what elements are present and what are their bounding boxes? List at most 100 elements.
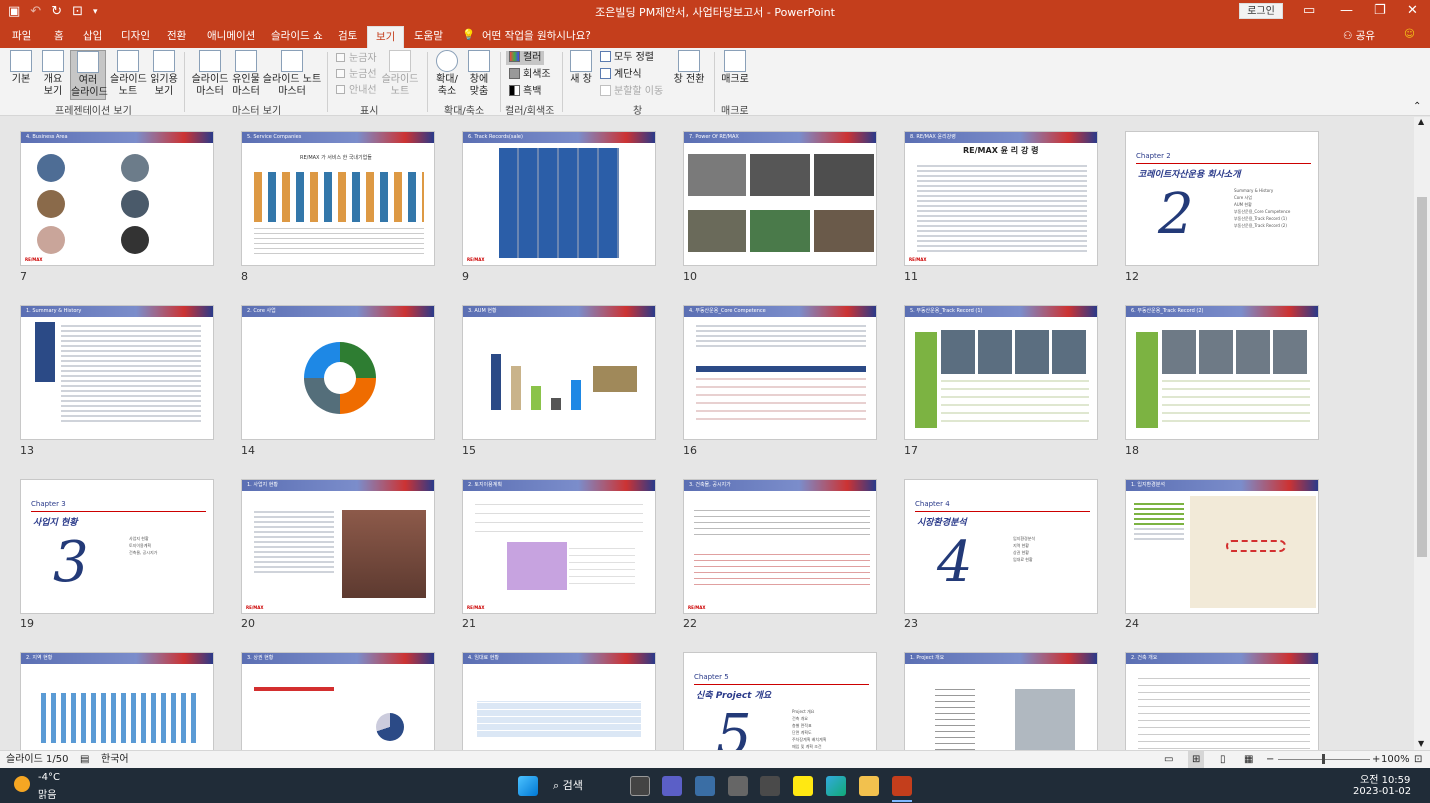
slide-thumbnail[interactable]: 3. 건축물, 공시지가 RE/MAX (683, 479, 877, 614)
tab-view[interactable]: 보기 (367, 26, 405, 48)
tell-me-search[interactable]: 어떤 작업을 원하시나요? (482, 28, 591, 43)
clock-time[interactable]: 오전 10:59 (1360, 771, 1410, 786)
teams-chat-icon[interactable] (662, 776, 682, 796)
restore-icon[interactable]: ❐ (1374, 3, 1386, 19)
move-split-button[interactable]: 분할할 이동 (600, 85, 663, 99)
tab-design[interactable]: 디자인 (121, 28, 150, 43)
slide-thumbnail[interactable]: 4. 임대료 현황 (462, 652, 656, 750)
arrange-all-button[interactable]: 모두 정렬 (600, 51, 654, 65)
slideshow-view-icon[interactable]: ▦ (1244, 751, 1253, 768)
slide-number: 10 (683, 270, 697, 283)
tab-insert[interactable]: 삽입 (83, 28, 102, 43)
collapse-ribbon-icon[interactable]: ⌃ (1413, 100, 1421, 114)
scroll-up-icon[interactable]: ▲ (1418, 117, 1424, 126)
macros-button[interactable]: 매크로 (720, 50, 750, 86)
edge-icon[interactable] (826, 776, 846, 796)
fit-slide-icon[interactable]: ⊡ (1414, 751, 1422, 768)
clock-date[interactable]: 2023-01-02 (1353, 786, 1411, 797)
slide-master-button[interactable]: 슬라이드 마스터 (190, 50, 230, 98)
notes-master-button[interactable]: 슬라이드 노트 마스터 (262, 50, 322, 98)
fit-to-window-button[interactable]: 창에 맞춤 (464, 50, 494, 98)
minimize-icon[interactable]: — (1340, 3, 1353, 19)
move-split-icon (600, 85, 611, 96)
zoom-in-icon[interactable]: + (1372, 751, 1380, 768)
zoom-level[interactable]: 100% (1381, 751, 1410, 768)
share-button[interactable]: ⚇ 공유 (1343, 28, 1375, 43)
slide-thumbnail[interactable]: 1. Summary & History (20, 305, 214, 440)
reading-view-button[interactable]: 읽기용 보기 (148, 50, 180, 98)
notepad-icon[interactable] (695, 776, 715, 796)
slide-thumbnail[interactable]: Chapter 2 코레이트자산운용 회사소개 2 Summary & Hist… (1125, 131, 1319, 266)
weather-temp[interactable]: -4°C (38, 772, 60, 783)
slide-thumbnail[interactable]: 2. 토지이용계획 RE/MAX (462, 479, 656, 614)
guides-checkbox[interactable]: 안내선 (336, 84, 377, 98)
gridlines-checkbox[interactable]: 눈금선 (336, 68, 377, 82)
weather-desc[interactable]: 맑음 (38, 786, 56, 801)
accessibility-icon[interactable]: ▤ (80, 751, 89, 768)
slide-sorter-view-icon[interactable]: ⊞ (1188, 751, 1205, 768)
scroll-down-icon[interactable]: ▼ (1418, 739, 1424, 748)
switch-windows-button[interactable]: 창 전환 (672, 50, 706, 86)
slide-thumbnail[interactable]: 4. Business Area RE/MAX (20, 131, 214, 266)
slide-thumbnail[interactable]: Chapter 5 신축 Project 개요 5 Project 개요 건축 개… (683, 652, 877, 750)
login-button[interactable]: 로그인 (1239, 3, 1283, 19)
slide-thumbnail[interactable]: 7. Power Of RE/MAX (683, 131, 877, 266)
reading-view-icon[interactable]: ▯ (1220, 751, 1226, 768)
black-white-button[interactable]: 흑백 (509, 85, 541, 99)
slide-thumbnail[interactable]: 1. 입지환경분석 (1125, 479, 1319, 614)
new-window-button[interactable]: 새 창 (567, 50, 595, 86)
ribbon-display-options-icon[interactable]: ▭ (1303, 3, 1315, 19)
tab-file[interactable]: 파일 (12, 28, 31, 43)
snipping-tool-icon[interactable] (760, 776, 780, 796)
kakaotalk-icon[interactable] (793, 776, 813, 796)
slide-thumbnail[interactable]: 3. 상권 현황 (241, 652, 435, 750)
slide-number: 19 (20, 617, 34, 630)
slide-thumbnail[interactable]: 2. 지역 현황 (20, 652, 214, 750)
cascade-button[interactable]: 계단식 (600, 68, 642, 82)
normal-view-button[interactable]: 기본 (6, 50, 36, 86)
slide-thumbnail[interactable]: 2. 건축 개요 (1125, 652, 1319, 750)
tab-review[interactable]: 검토 (338, 28, 357, 43)
slide-thumbnail[interactable]: 5. Service Companies RE/MAX 가 서비스 한 국내기업… (241, 131, 435, 266)
slide-thumbnail[interactable]: 2. Core 사업 (241, 305, 435, 440)
slide-thumbnail[interactable]: Chapter 3 사업지 현황 3 사업지 현황 토지이용계획 건축물, 공시지가 (20, 479, 214, 614)
file-explorer-icon[interactable] (859, 776, 879, 796)
slide-sorter-button[interactable]: 여러 슬라이드 (70, 50, 108, 100)
color-button[interactable]: 컬러 (506, 51, 545, 65)
tab-transitions[interactable]: 전환 (167, 28, 186, 43)
slide-thumbnail[interactable]: 5. 부동산운용_Track Record (1) (904, 305, 1098, 440)
slide-thumbnail[interactable]: 1. Project 개요 (904, 652, 1098, 750)
notes-toggle-button[interactable]: 슬라이드 노트 (380, 50, 420, 98)
smiley-feedback-icon[interactable]: ☺ (1404, 28, 1415, 40)
zoom-out-icon[interactable]: − (1266, 751, 1274, 768)
slide-thumbnail[interactable]: 6. 부동산운용_Track Record (2) (1125, 305, 1319, 440)
taskbar-search[interactable]: ⌕ 검색 (545, 776, 591, 796)
slide-thumbnail[interactable]: 6. Track Records(sale) RE/MAX (462, 131, 656, 266)
notes-page-button[interactable]: 슬라이드 노트 (110, 50, 147, 98)
windows-start-icon[interactable] (518, 776, 538, 796)
slide-thumbnail[interactable]: 3. AUM 현황 (462, 305, 656, 440)
scrollbar-thumb[interactable] (1417, 197, 1427, 557)
tab-animations[interactable]: 애니메이션 (207, 28, 255, 43)
zoom-slider-thumb[interactable] (1322, 754, 1325, 764)
slide-thumbnail[interactable]: Chapter 4 시장환경분석 4 입지환경분석 지역 현황 상권 현황 임대료 현… (904, 479, 1098, 614)
outline-view-button[interactable]: 개요 보기 (38, 50, 68, 98)
vertical-scrollbar[interactable]: ▲ ▼ (1414, 117, 1430, 750)
ribbon-tabs: 파일 홈 삽입 디자인 전환 애니메이션 슬라이드 쇼 검토 보기 도움말 💡 … (0, 24, 1430, 48)
language-indicator[interactable]: 한국어 (101, 751, 129, 768)
grayscale-button[interactable]: 회색조 (509, 68, 551, 82)
tab-help[interactable]: 도움말 (414, 28, 443, 43)
calculator-icon[interactable] (728, 776, 748, 796)
slide-thumbnail[interactable]: 4. 부동산운용_Core Competence (683, 305, 877, 440)
ruler-checkbox[interactable]: 눈금자 (336, 52, 377, 66)
normal-view-icon[interactable]: ▭ (1164, 751, 1173, 768)
zoom-button[interactable]: 확대/ 축소 (432, 50, 462, 98)
tab-home[interactable]: 홈 (54, 28, 64, 43)
task-view-icon[interactable] (630, 776, 650, 796)
tab-slide-show[interactable]: 슬라이드 쇼 (271, 28, 323, 43)
slide-thumbnail[interactable]: 1. 사업지 현황 RE/MAX (241, 479, 435, 614)
close-icon[interactable]: ✕ (1407, 3, 1418, 19)
powerpoint-icon[interactable] (892, 776, 912, 796)
slide-thumbnail[interactable]: 8. RE/MAX 윤리강령 RE/MAX 윤 리 강 령 RE/MAX (904, 131, 1098, 266)
handout-master-button[interactable]: 유인물 마스터 (230, 50, 262, 98)
